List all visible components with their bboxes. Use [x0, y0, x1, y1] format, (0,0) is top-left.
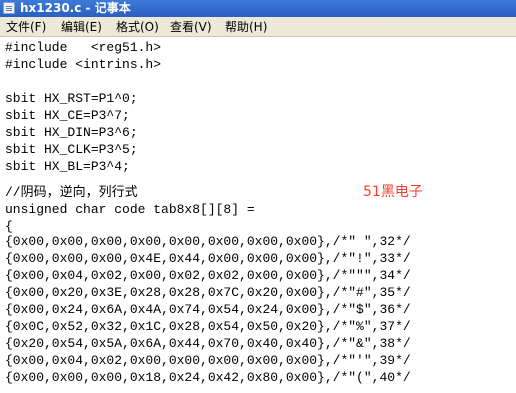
window-title: hx1230.c - 记事本 [20, 1, 131, 15]
code-line: {0x00,0x00,0x00,0x18,0x24,0x42,0x80,0x00… [5, 370, 411, 385]
code-line: {0x00,0x04,0x02,0x00,0x02,0x02,0x00,0x00… [5, 268, 411, 283]
code-line: sbit HX_CE=P3^7; [5, 108, 130, 123]
code-line: unsigned char code tab8x8[][8] = [5, 202, 255, 217]
menu-format[interactable]: 格式(O) [116, 20, 159, 34]
watermark-text: 51黑电子 [363, 184, 423, 200]
code-line: {0x00,0x00,0x00,0x00,0x00,0x00,0x00,0x00… [5, 234, 411, 249]
code-line: sbit HX_CLK=P3^5; [5, 142, 138, 157]
code-line: {0x0C,0x52,0x32,0x1C,0x28,0x54,0x50,0x20… [5, 319, 411, 334]
code-line: #include <reg51.h> [5, 40, 162, 55]
menu-edit[interactable]: 编辑(E) [61, 20, 102, 34]
comment-line: //阴码，逆向，列行式 [5, 185, 138, 200]
menu-help[interactable]: 帮助(H) [225, 20, 267, 34]
code-line: {0x00,0x20,0x3E,0x28,0x28,0x7C,0x20,0x00… [5, 285, 411, 300]
code-line: {0x00,0x00,0x00,0x4E,0x44,0x00,0x00,0x00… [5, 251, 411, 266]
menu-bar: 文件(F) 编辑(E) 格式(O) 查看(V) 帮助(H) [0, 17, 516, 37]
code-line: {0x20,0x54,0x5A,0x6A,0x44,0x70,0x40,0x40… [5, 336, 411, 351]
code-line: { [5, 219, 13, 234]
code-line: {0x00,0x04,0x02,0x00,0x00,0x00,0x00,0x00… [5, 353, 411, 368]
code-line: {0x00,0x24,0x6A,0x4A,0x74,0x54,0x24,0x00… [5, 302, 411, 317]
code-line: sbit HX_BL=P3^4; [5, 159, 130, 174]
code-line: sbit HX_DIN=P3^6; [5, 125, 138, 140]
menu-file[interactable]: 文件(F) [6, 20, 46, 34]
menu-view[interactable]: 查看(V) [170, 20, 212, 34]
code-line: #include <intrins.h> [5, 57, 162, 72]
text-editor[interactable]: #include <reg51.h> #include <intrins.h> … [0, 37, 516, 393]
notepad-icon [3, 2, 15, 14]
code-line: sbit HX_RST=P1^0; [5, 91, 138, 106]
title-bar: hx1230.c - 记事本 [0, 0, 516, 17]
